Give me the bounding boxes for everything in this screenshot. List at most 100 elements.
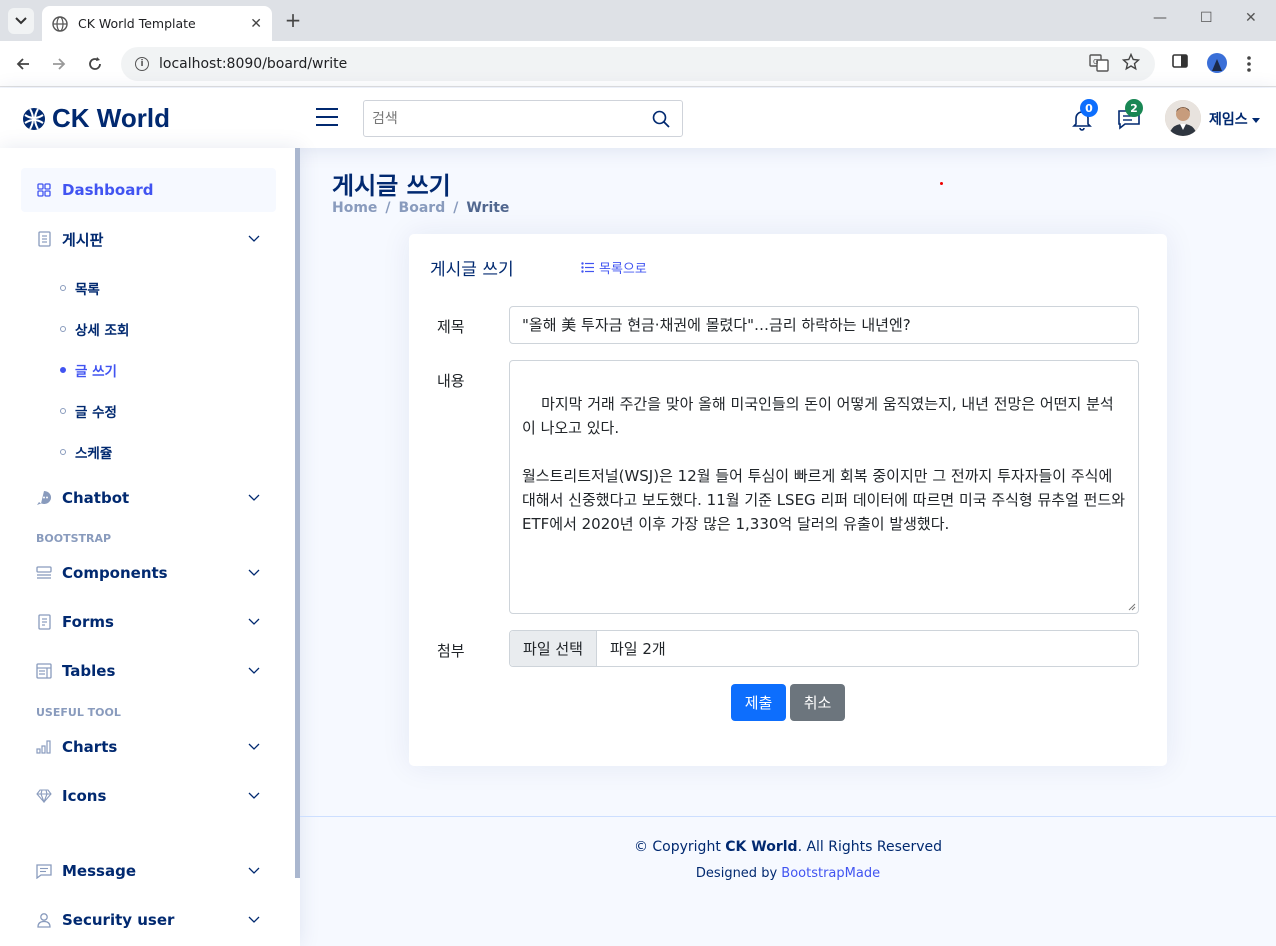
browser-tab[interactable]: CK World Template ✕ <box>42 6 272 41</box>
credits-prefix: Designed by <box>695 866 782 881</box>
toggle-sidebar-icon[interactable] <box>316 108 338 128</box>
notifications-badge: 0 <box>1080 99 1098 117</box>
profile-dropdown[interactable]: 제임스 <box>1209 109 1260 129</box>
circle-icon <box>60 449 66 455</box>
sidebar-item-components[interactable]: Components <box>21 551 276 595</box>
sidebar-item-label: 게시판 <box>62 230 104 249</box>
messages-button[interactable]: 2 <box>1117 99 1143 133</box>
sidebar-item-chatbot[interactable]: Chatbot <box>21 476 276 520</box>
list-icon <box>581 262 594 273</box>
chevron-down-icon <box>248 743 260 750</box>
tab-search-button[interactable] <box>8 8 34 34</box>
sidebar-item-label: Dashboard <box>62 181 154 199</box>
sidebar-item-label: Charts <box>62 738 118 756</box>
breadcrumb: Home / Board / Write <box>332 200 510 216</box>
subject-input[interactable]: "올해 美 투자금 현금·채권에 몰렸다"…금리 하락하는 내년엔? <box>509 306 1139 344</box>
sidebar-item-message[interactable]: Message <box>21 849 276 893</box>
search-icon[interactable] <box>652 110 670 128</box>
copyright-brand: CK World <box>725 839 798 855</box>
search-bar <box>363 100 683 137</box>
sidebar-item-label: Security user <box>62 911 175 929</box>
sidebar-item-charts[interactable]: Charts <box>21 725 276 769</box>
copyright: © Copyright CK World. All Rights Reserve… <box>300 839 1276 855</box>
sidebar-subitem-write[interactable]: 글 쓰기 <box>60 360 117 380</box>
notifications-button[interactable]: 0 <box>1070 99 1098 133</box>
cursor-dot <box>940 182 943 185</box>
circle-icon <box>60 285 66 291</box>
browser-menu-icon[interactable] <box>1246 55 1252 77</box>
svg-text:G: G <box>1093 58 1098 66</box>
gem-icon <box>36 788 52 804</box>
translate-icon[interactable]: G <box>1089 53 1109 77</box>
bootstrapmade-link[interactable]: BootstrapMade <box>781 866 880 881</box>
content-textarea[interactable]: 마지막 거래 주간을 맞아 올해 미국인들의 돈이 어떻게 움직였는지, 내년 … <box>509 360 1139 614</box>
globe-icon <box>52 15 68 32</box>
file-name-text: 파일 2개 <box>610 640 666 658</box>
forward-icon[interactable] <box>48 53 70 75</box>
window-close-icon[interactable]: ✕ <box>1245 10 1257 26</box>
sidebar-item-tables[interactable]: Tables <box>21 649 276 693</box>
sidebar-item-dashboard[interactable]: Dashboard <box>21 168 276 212</box>
footer: © Copyright CK World. All Rights Reserve… <box>300 816 1276 946</box>
sidebar-item-label: Components <box>62 564 168 582</box>
sidebar-item-security-user[interactable]: Security user <box>21 898 276 942</box>
chat-dots-icon <box>36 490 52 506</box>
sidebar-item-label: Chatbot <box>62 489 130 507</box>
sidebar-subitem-schedule[interactable]: 스케쥴 <box>60 442 112 462</box>
chevron-down-icon <box>248 618 260 625</box>
nav-heading-useful-tool: USEFUL TOOL <box>36 706 121 719</box>
journal-icon <box>36 231 52 247</box>
breadcrumb-home[interactable]: Home <box>332 200 377 216</box>
circle-icon <box>60 367 66 373</box>
nav-heading-bootstrap: BOOTSTRAP <box>36 532 112 545</box>
file-input[interactable]: 파일 선택 파일 2개 <box>509 630 1139 667</box>
sidebar-subitem-label: 글 수정 <box>75 405 117 421</box>
circle-icon <box>60 326 66 332</box>
back-to-list-link[interactable]: 목록으로 <box>581 258 647 277</box>
sidebar-item-forms[interactable]: Forms <box>21 600 276 644</box>
breadcrumb-board[interactable]: Board <box>399 200 446 216</box>
cancel-button[interactable]: 취소 <box>790 684 845 721</box>
site-info-icon[interactable]: i <box>135 57 149 71</box>
chevron-down-icon <box>248 569 260 576</box>
reload-icon[interactable] <box>84 53 106 75</box>
bookmark-star-icon[interactable] <box>1121 52 1141 75</box>
avatar[interactable] <box>1165 100 1201 136</box>
sidebar-item-board[interactable]: 게시판 <box>21 217 276 261</box>
address-bar[interactable]: i localhost:8090/board/write <box>121 47 1155 81</box>
breadcrumb-current: Write <box>466 200 510 216</box>
sidebar-subitem-edit[interactable]: 글 수정 <box>60 401 117 421</box>
chevron-down-icon <box>248 792 260 799</box>
subject-label: 제목 <box>437 318 465 336</box>
app-header: CK World 0 2 제임스 <box>0 88 1276 148</box>
sidebar-scrollbar[interactable] <box>295 148 300 878</box>
minimize-icon[interactable]: — <box>1153 10 1167 26</box>
sidebar-subitem-label: 글 쓰기 <box>75 364 117 380</box>
copyright-suffix: . All Rights Reserved <box>797 839 943 855</box>
submit-button[interactable]: 제출 <box>731 684 786 721</box>
credits: Designed by BootstrapMade <box>300 866 1276 881</box>
maximize-icon[interactable]: ☐ <box>1200 10 1213 26</box>
sidebar-item-label: Message <box>62 862 136 880</box>
sidebar-item-icons[interactable]: Icons <box>21 774 276 818</box>
chevron-down-icon <box>15 17 27 25</box>
search-input[interactable] <box>364 101 634 136</box>
caret-down-icon <box>1251 117 1260 123</box>
content-text: 마지막 거래 주간을 맞아 올해 미국인들의 돈이 어떻게 움직였는지, 내년 … <box>522 395 1126 533</box>
new-tab-button[interactable]: + <box>283 8 303 32</box>
tab-close-icon[interactable]: ✕ <box>250 16 262 32</box>
resize-handle-icon[interactable] <box>1128 603 1136 611</box>
choose-file-button[interactable]: 파일 선택 <box>510 631 597 666</box>
side-panel-icon[interactable] <box>1172 53 1188 73</box>
sidebar-subitem-detail[interactable]: 상세 조회 <box>60 319 129 339</box>
sidebar-subitem-label: 목록 <box>75 282 100 298</box>
menu-button-icon <box>36 565 52 581</box>
back-icon[interactable] <box>12 53 34 75</box>
grid-icon <box>36 182 52 198</box>
logo[interactable]: CK World <box>22 103 170 134</box>
browser-profile-icon[interactable] <box>1207 53 1227 77</box>
copyright-prefix: © Copyright <box>633 839 726 855</box>
chevron-down-icon <box>248 235 260 242</box>
sidebar-subitem-list[interactable]: 목록 <box>60 278 100 298</box>
sidebar-subitem-label: 상세 조회 <box>75 323 130 339</box>
